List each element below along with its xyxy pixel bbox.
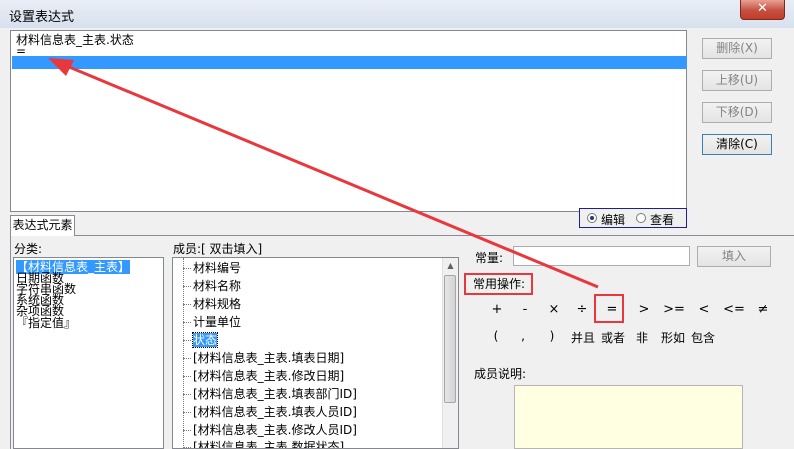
op-greater-equal[interactable]: >= bbox=[663, 302, 685, 317]
op-contains[interactable]: 包含 bbox=[690, 329, 716, 346]
members-tree[interactable]: 材料编号 材料名称 材料规格 计量单位 状态 [材料信息表_主表.填表日期] [… bbox=[172, 257, 459, 449]
view-radio-label[interactable]: 查看 bbox=[650, 211, 674, 228]
expression-editor[interactable]: 材料信息表_主表.状态 = bbox=[10, 30, 687, 212]
edit-radio[interactable] bbox=[587, 213, 597, 223]
expression-line: 材料信息表_主表.状态 bbox=[16, 33, 134, 47]
scrollbar-thumb[interactable] bbox=[444, 275, 456, 403]
expression-selected-line[interactable] bbox=[12, 56, 687, 69]
move-down-button[interactable]: 下移(D) bbox=[702, 102, 772, 123]
member-item[interactable]: [材料信息表_主表.数据状态] bbox=[182, 440, 344, 448]
scroll-up-arrow-icon[interactable]: ▲ bbox=[443, 258, 458, 273]
constant-label: 常量: bbox=[475, 251, 504, 265]
member-item[interactable]: [材料信息表_主表.填表人员ID] bbox=[183, 405, 357, 419]
mode-radio-group: 编辑 查看 bbox=[579, 208, 687, 228]
op-or[interactable]: 或者 bbox=[600, 329, 626, 346]
equal-highlight-box bbox=[594, 294, 624, 323]
op-like[interactable]: 形如 bbox=[660, 329, 686, 346]
delete-button[interactable]: 删除(X) bbox=[702, 38, 772, 59]
move-up-button[interactable]: 上移(U) bbox=[702, 70, 772, 91]
op-multiply[interactable]: × bbox=[543, 302, 565, 317]
member-item[interactable]: 计量单位 bbox=[182, 315, 241, 329]
op-open-paren[interactable]: ( bbox=[488, 329, 504, 343]
op-and[interactable]: 并且 bbox=[570, 329, 596, 346]
title-bar: 设置表达式 bbox=[0, 0, 794, 28]
op-close-paren[interactable]: ) bbox=[544, 329, 560, 343]
member-item[interactable]: [材料信息表_主表.修改日期] bbox=[182, 369, 344, 383]
common-operations-label: 常用操作: bbox=[464, 273, 533, 295]
op-comma[interactable]: , bbox=[515, 329, 531, 343]
op-plus[interactable]: + bbox=[486, 302, 508, 317]
member-item[interactable]: [材料信息表_主表.填表日期] bbox=[182, 351, 344, 365]
member-description-box bbox=[514, 385, 743, 449]
members-scrollbar[interactable]: ▲ bbox=[442, 258, 458, 448]
edit-radio-label[interactable]: 编辑 bbox=[601, 211, 625, 228]
tab-expression-elements[interactable]: 表达式元素 bbox=[10, 215, 75, 236]
category-label: 分类: bbox=[14, 242, 43, 256]
member-item-selected[interactable]: 状态 bbox=[182, 332, 219, 348]
op-not[interactable]: 非 bbox=[634, 329, 650, 346]
op-divide[interactable]: ÷ bbox=[571, 302, 593, 317]
clear-button[interactable]: 清除(C) bbox=[702, 134, 772, 155]
close-button[interactable] bbox=[740, 0, 785, 20]
members-label: 成员:[ 双击填入] bbox=[173, 242, 263, 256]
op-less-equal[interactable]: <= bbox=[723, 302, 745, 317]
member-description-label: 成员说明: bbox=[474, 367, 527, 381]
op-not-equal[interactable]: ≠ bbox=[752, 302, 774, 317]
fill-button[interactable]: 填入 bbox=[697, 246, 771, 267]
member-item[interactable]: 材料名称 bbox=[182, 279, 241, 293]
op-less[interactable]: < bbox=[693, 302, 715, 317]
member-item[interactable]: 材料编号 bbox=[182, 261, 241, 275]
op-greater[interactable]: > bbox=[633, 302, 655, 317]
op-minus[interactable]: - bbox=[514, 302, 536, 317]
category-item[interactable]: 『指定值』 bbox=[16, 316, 76, 330]
category-list[interactable]: 【材料信息表_主表】 日期函数 字符串函数 系统函数 杂项函数 『指定值』 bbox=[13, 257, 164, 449]
member-item[interactable]: [材料信息表_主表.修改人员ID] bbox=[183, 423, 357, 437]
view-radio[interactable] bbox=[636, 213, 646, 223]
member-item[interactable]: [材料信息表_主表.填表部门ID] bbox=[183, 387, 357, 401]
member-item[interactable]: 材料规格 bbox=[182, 297, 241, 311]
constant-input[interactable] bbox=[513, 246, 690, 266]
window-title: 设置表达式 bbox=[9, 10, 75, 25]
